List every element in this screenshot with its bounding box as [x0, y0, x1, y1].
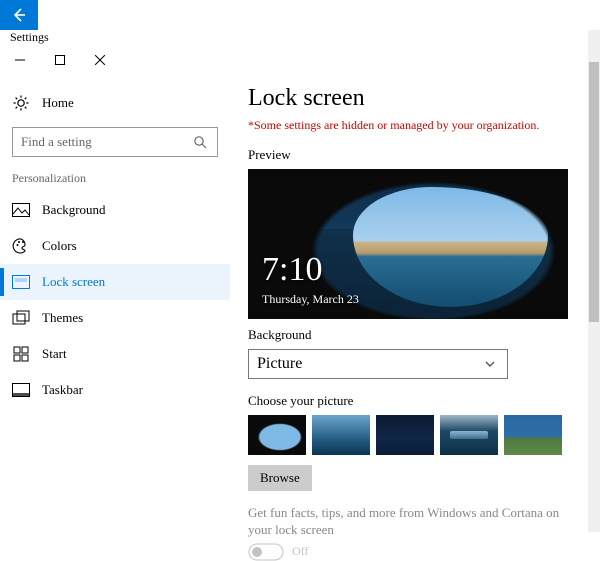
background-dropdown[interactable]: Picture [248, 349, 508, 379]
sidebar-item-background[interactable]: Background [0, 192, 230, 228]
preview-date: Thursday, March 23 [262, 292, 359, 307]
sidebar-item-themes[interactable]: Themes [0, 300, 230, 336]
lock-screen-icon [12, 273, 30, 291]
fun-facts-toggle[interactable]: Off [248, 543, 580, 561]
preview-label: Preview [248, 147, 580, 163]
window-controls [0, 45, 600, 75]
sidebar-item-lock-screen[interactable]: Lock screen [0, 264, 230, 300]
fun-facts-label: Get fun facts, tips, and more from Windo… [248, 505, 568, 539]
taskbar-icon [12, 381, 30, 399]
sidebar-item-label: Background [42, 202, 106, 218]
picture-thumbnail[interactable] [248, 415, 306, 455]
sidebar-item-label: Colors [42, 238, 77, 254]
sidebar-item-label: Taskbar [42, 382, 83, 398]
sidebar: Home Find a setting Personalization Back… [0, 75, 230, 561]
scrollbar[interactable] [588, 30, 600, 532]
minimize-button[interactable] [0, 45, 40, 75]
themes-icon [12, 309, 30, 327]
sidebar-item-label: Start [42, 346, 67, 362]
picture-thumbnail[interactable] [504, 415, 562, 455]
sidebar-item-colors[interactable]: Colors [0, 228, 230, 264]
dropdown-value: Picture [257, 355, 302, 373]
home-label: Home [42, 95, 74, 111]
arrow-left-icon [10, 6, 28, 24]
browse-label: Browse [260, 470, 300, 485]
maximize-button[interactable] [40, 45, 80, 75]
picture-thumbnail[interactable] [376, 415, 434, 455]
gear-icon [12, 94, 30, 112]
toggle-off-icon [248, 543, 284, 561]
lock-screen-preview: 7:10 Thursday, March 23 [248, 169, 568, 319]
picture-thumbnail[interactable] [440, 415, 498, 455]
preview-time: 7:10 [262, 251, 322, 289]
picture-thumbnail[interactable] [312, 415, 370, 455]
choose-picture-label: Choose your picture [248, 393, 580, 409]
close-button[interactable] [80, 45, 120, 75]
chevron-down-icon [481, 355, 499, 373]
org-warning: *Some settings are hidden or managed by … [248, 118, 580, 133]
search-placeholder: Find a setting [21, 134, 191, 150]
back-button[interactable] [0, 0, 38, 30]
main-content: Lock screen *Some settings are hidden or… [230, 75, 600, 561]
home-nav[interactable]: Home [0, 85, 230, 121]
section-label: Personalization [0, 167, 230, 192]
start-icon [12, 345, 30, 363]
toggle-state: Off [292, 544, 308, 559]
browse-button[interactable]: Browse [248, 465, 312, 491]
sidebar-item-label: Themes [42, 310, 83, 326]
titlebar: Settings [0, 0, 600, 75]
sidebar-item-label: Lock screen [42, 274, 105, 290]
search-input[interactable]: Find a setting [12, 127, 218, 157]
sidebar-item-taskbar[interactable]: Taskbar [0, 372, 230, 408]
sidebar-item-start[interactable]: Start [0, 336, 230, 372]
page-title: Lock screen [248, 85, 580, 112]
search-icon [191, 133, 209, 151]
picture-thumbnails [248, 415, 580, 455]
background-label: Background [248, 327, 580, 343]
palette-icon [12, 237, 30, 255]
picture-icon [12, 201, 30, 219]
scrollbar-thumb[interactable] [589, 62, 599, 322]
window-title: Settings [0, 30, 600, 45]
